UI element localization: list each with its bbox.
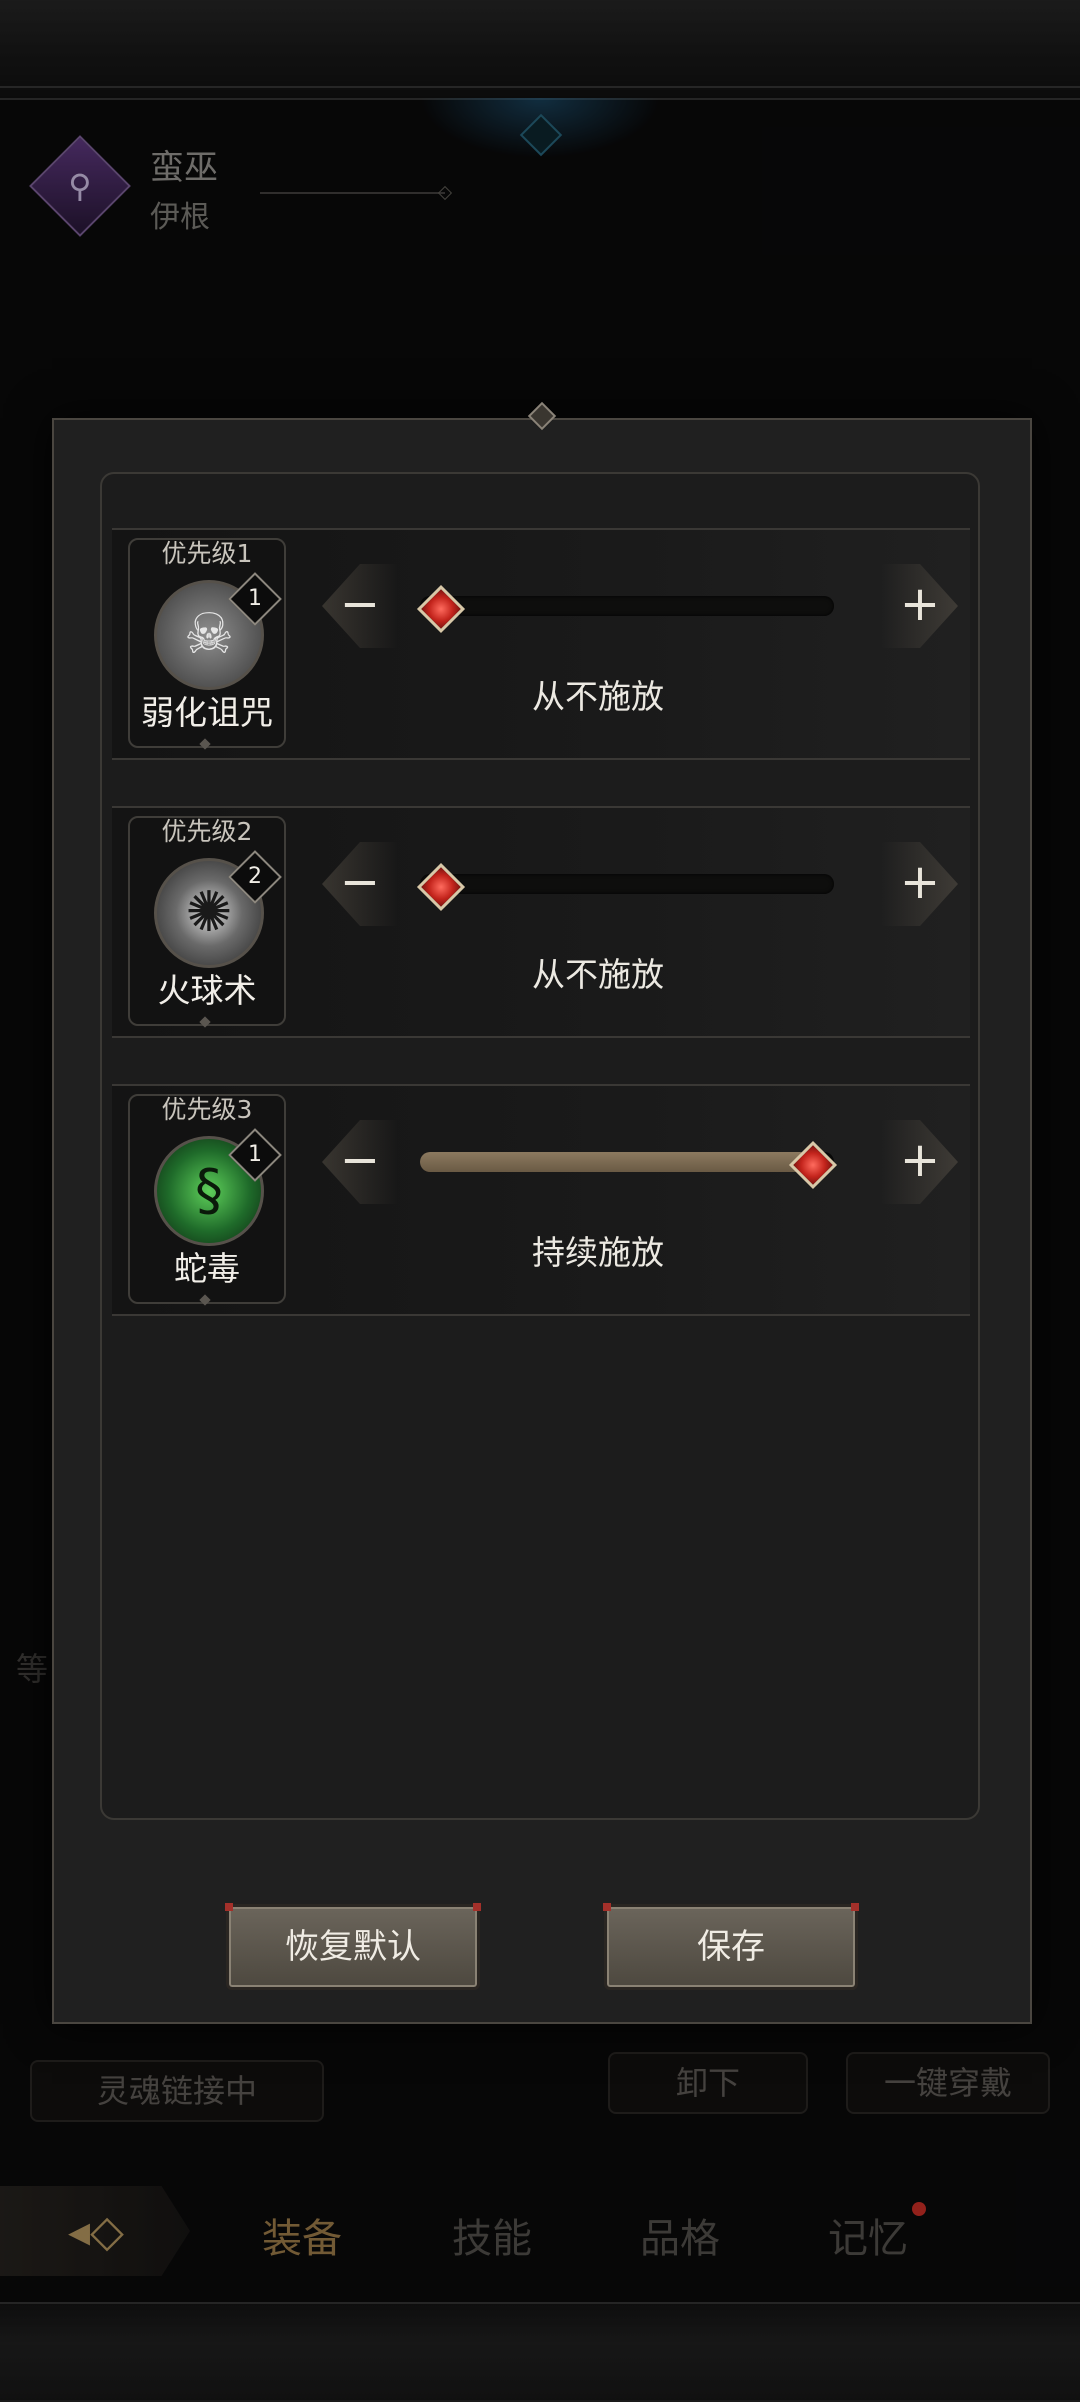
skill-name: 火球术 [157,971,257,1010]
slider-fill [420,1152,810,1172]
slider-handle[interactable] [788,1140,838,1190]
skill-row: 优先级2 ✺ 2 火球术 − + 从不施放 [112,806,970,1038]
cast-setting-text: 从不施放 [532,677,664,716]
decrease-button[interactable]: − [322,564,398,648]
save-button[interactable]: 保存 [603,1903,859,1990]
reset-default-button[interactable]: 恢复默认 [225,1903,481,1990]
increase-button[interactable]: + [882,1120,958,1204]
increase-button[interactable]: + [882,842,958,926]
decrease-button[interactable]: − [322,842,398,926]
increase-button[interactable]: + [882,564,958,648]
cast-frequency-slider[interactable] [420,1152,834,1172]
skill-name: 蛇毒 [174,1249,240,1288]
priority-label: 优先级3 [161,1095,253,1124]
skill-row: 优先级1 ☠ 1 弱化诅咒 − + 从不施放 [112,528,970,760]
frame-ornament [199,738,211,750]
cast-setting-text: 持续施放 [532,1233,664,1272]
priority-label: 优先级1 [161,539,253,568]
slider-handle[interactable] [416,584,466,634]
cast-frequency-slider[interactable] [420,874,834,894]
cast-setting-text: 从不施放 [532,955,664,994]
skill-frame[interactable]: 优先级2 ✺ 2 火球术 [128,816,286,1028]
cast-frequency-slider[interactable] [420,596,834,616]
frame-ornament [199,1294,211,1306]
skill-name: 弱化诅咒 [141,693,273,732]
skill-frame[interactable]: 优先级3 § 1 蛇毒 [128,1094,286,1306]
slider-handle[interactable] [416,862,466,912]
frame-ornament [199,1016,211,1028]
priority-label: 优先级2 [161,817,253,846]
decrease-button[interactable]: − [322,1120,398,1204]
skill-row: 优先级3 § 1 蛇毒 − + 持续施放 [112,1084,970,1316]
skill-frame[interactable]: 优先级1 ☠ 1 弱化诅咒 [128,538,286,750]
